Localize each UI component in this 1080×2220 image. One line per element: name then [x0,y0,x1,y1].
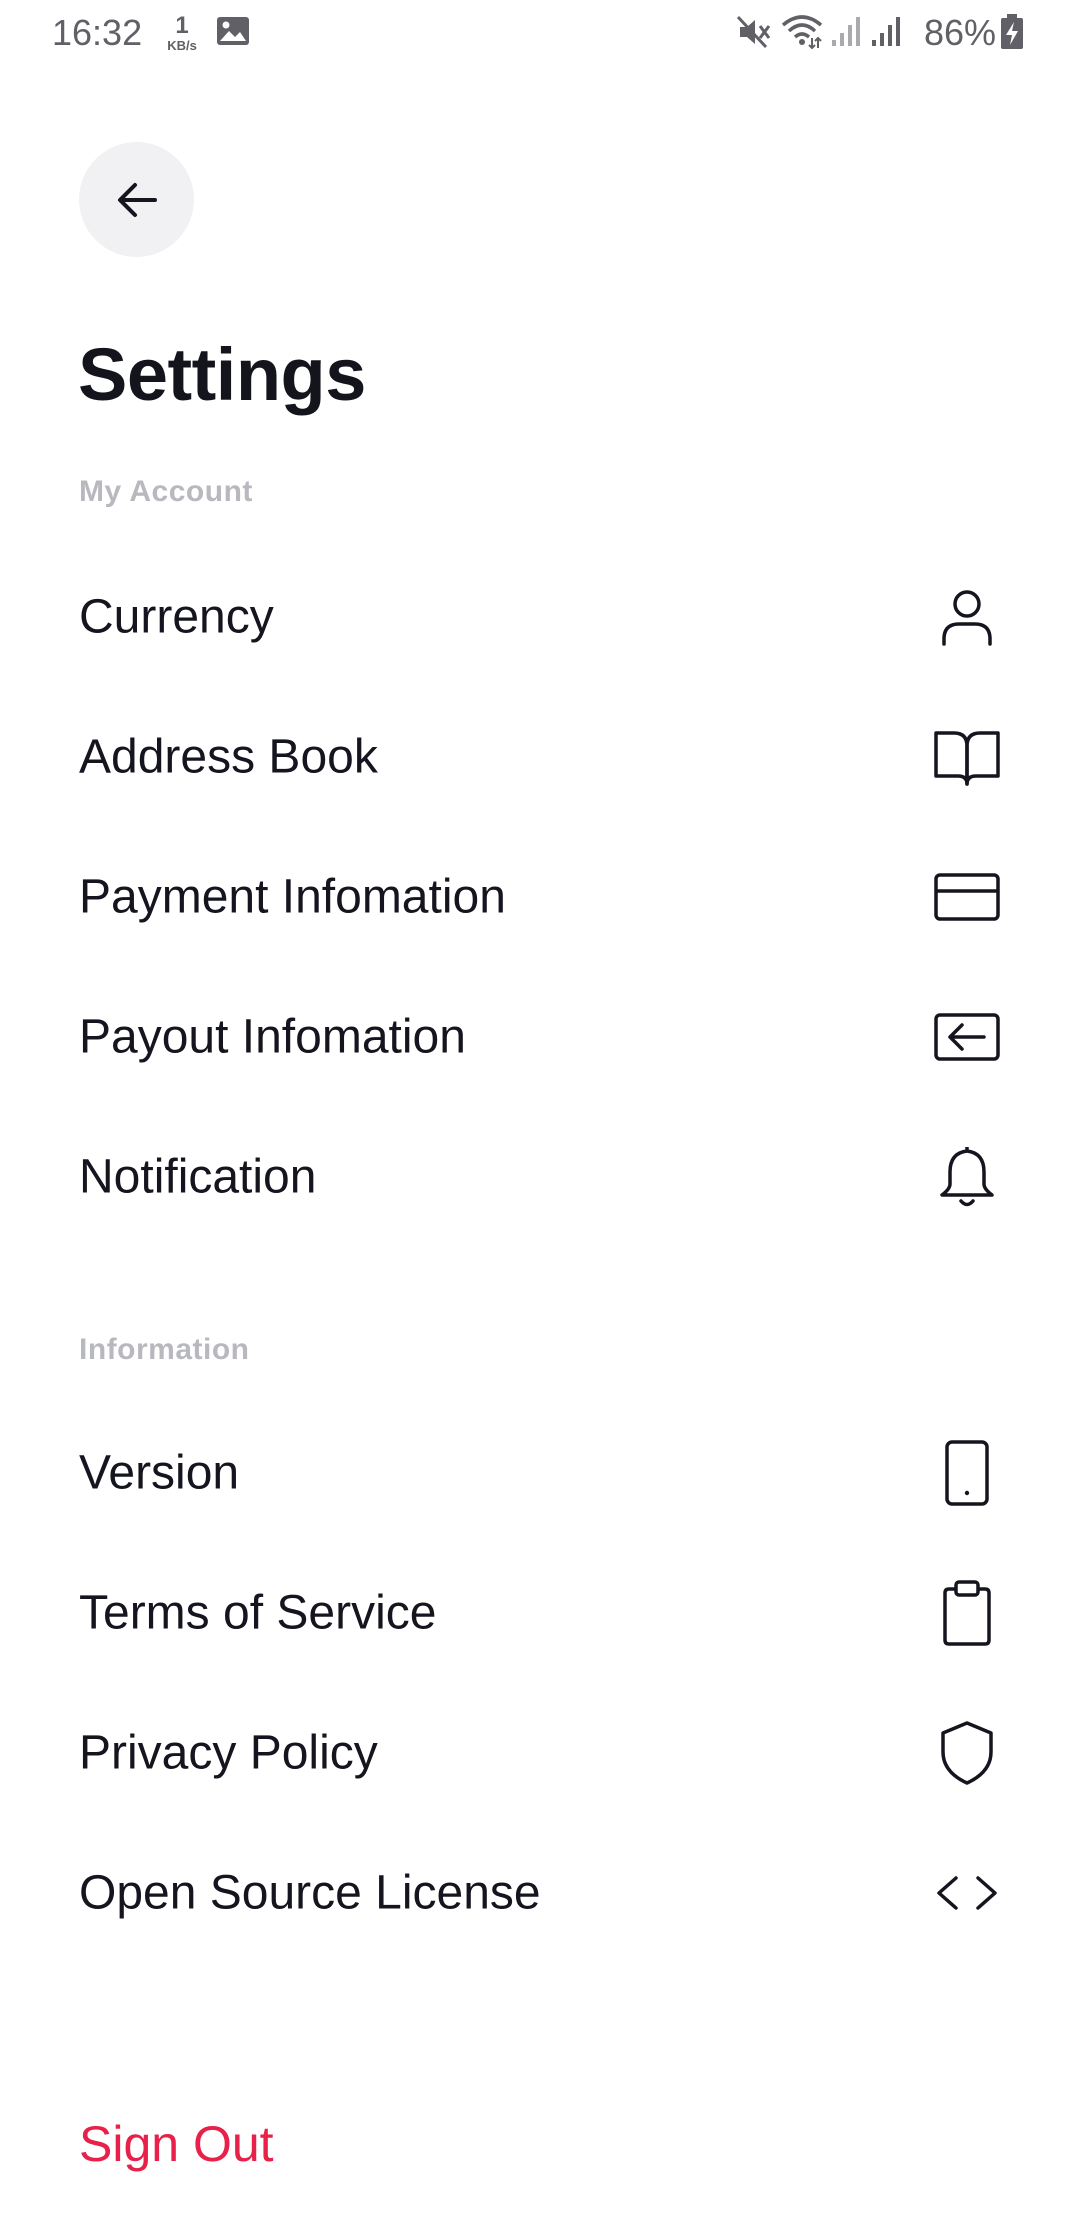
settings-item-label: Terms of Service [79,1586,437,1640]
credit-card-icon [932,862,1002,932]
settings-screen: 16:32 1 KB/s 86% Settings My Account Cur… [0,0,1080,2220]
back-button[interactable] [79,142,194,257]
settings-item-label: Currency [79,590,274,644]
settings-item-label: Notification [79,1150,317,1204]
settings-item-payment-information[interactable]: Payment Infomation [0,837,1080,957]
image-icon [216,16,250,51]
smartphone-icon [932,1438,1002,1508]
wifi-icon [780,12,824,55]
status-bar: 16:32 1 KB/s 86% [0,0,1080,66]
network-speed-value: 1 [175,12,189,39]
bell-icon [932,1142,1002,1212]
battery-charging-icon [1000,14,1024,55]
page-title: Settings [78,333,366,416]
book-icon [932,722,1002,792]
settings-item-version[interactable]: Version [0,1413,1080,1533]
settings-item-label: Payment Infomation [79,870,506,924]
settings-item-currency[interactable]: Currency [0,557,1080,677]
shield-icon [932,1718,1002,1788]
settings-item-privacy-policy[interactable]: Privacy Policy [0,1693,1080,1813]
sign-out-button[interactable]: Sign Out [79,2115,274,2173]
arrow-left-icon [117,182,157,217]
network-speed-unit: KB/s [167,38,197,53]
code-icon [932,1858,1002,1928]
settings-item-payout-information[interactable]: Payout Infomation [0,977,1080,1097]
settings-item-label: Version [79,1446,240,1500]
settings-item-notification[interactable]: Notification [0,1117,1080,1237]
settings-item-terms-of-service[interactable]: Terms of Service [0,1553,1080,1673]
settings-item-label: Privacy Policy [79,1726,378,1780]
section-label-my-account: My Account [79,475,253,508]
clipboard-icon [932,1578,1002,1648]
settings-item-address-book[interactable]: Address Book [0,697,1080,817]
battery-percentage: 86% [924,12,997,53]
mute-icon [736,14,772,55]
user-icon [932,582,1002,652]
payout-icon [932,1002,1002,1072]
signal-icon [870,14,902,53]
settings-item-label: Payout Infomation [79,1010,466,1064]
status-time: 16:32 [52,12,143,53]
signal-icon [830,14,862,53]
network-speed: 1 KB/s [162,12,202,53]
section-label-information: Information [79,1333,250,1366]
settings-item-label: Address Book [79,730,378,784]
settings-item-open-source-license[interactable]: Open Source License [0,1833,1080,1953]
settings-item-label: Open Source License [79,1866,541,1920]
